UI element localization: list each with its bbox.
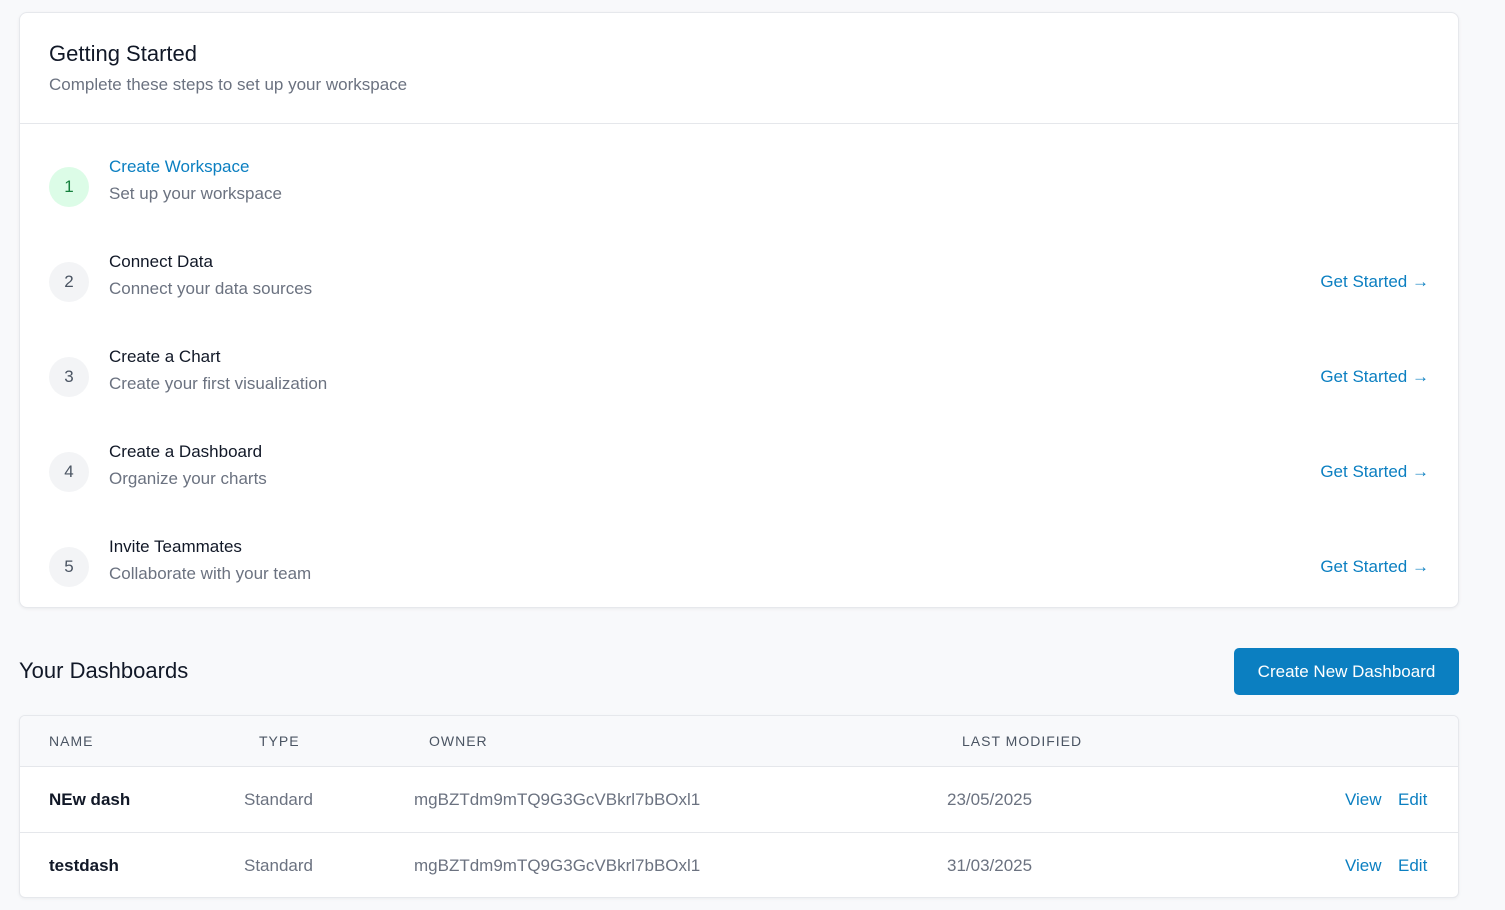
dashboard-owner: mgBZTdm9mTQ9G3GcVBkrl7bBOxl1 xyxy=(414,790,701,809)
step-description: Set up your workspace xyxy=(109,184,282,203)
dashboard-last-modified: 31/03/2025 xyxy=(947,856,1033,875)
step-title: Invite Teammates xyxy=(109,537,242,556)
step-number-badge: 5 xyxy=(49,547,89,587)
column-header-name: NAME xyxy=(49,733,94,749)
getting-started-header: Getting Started Complete these steps to … xyxy=(20,13,1458,124)
step-create-dashboard: 4 Create a Dashboard Organize your chart… xyxy=(20,442,1458,547)
table-row: testdash Standard mgBZTdm9mTQ9G3GcVBkrl7… xyxy=(20,833,1458,897)
get-started-link-connect-data[interactable]: Get Started → xyxy=(1320,262,1429,302)
step-number-badge: 3 xyxy=(49,357,89,397)
getting-started-title: Getting Started xyxy=(49,41,197,66)
dashboard-owner: mgBZTdm9mTQ9G3GcVBkrl7bBOxl1 xyxy=(414,856,701,875)
step-create-chart: 3 Create a Chart Create your first visua… xyxy=(20,347,1458,452)
step-title: Create a Dashboard xyxy=(109,442,263,461)
table-row: NEw dash Standard mgBZTdm9mTQ9G3GcVBkrl7… xyxy=(20,767,1458,833)
table-header: NAME TYPE OWNER LAST MODIFIED xyxy=(20,716,1458,767)
create-new-dashboard-button[interactable]: Create New Dashboard xyxy=(1234,648,1459,695)
step-connect-data: 2 Connect Data Connect your data sources… xyxy=(20,252,1458,357)
step-description: Organize your charts xyxy=(109,469,267,488)
step-title: Create a Chart xyxy=(109,347,221,366)
get-started-link-invite-teammates[interactable]: Get Started → xyxy=(1320,547,1429,587)
dashboards-section-title: Your Dashboards xyxy=(19,658,189,683)
dashboards-table: NAME TYPE OWNER LAST MODIFIED NEw dash S… xyxy=(19,715,1459,898)
step-number-badge: 2 xyxy=(49,262,89,302)
getting-started-card: Getting Started Complete these steps to … xyxy=(19,12,1459,608)
getting-started-subtitle: Complete these steps to set up your work… xyxy=(49,75,408,94)
view-link[interactable]: View xyxy=(1345,833,1382,897)
dashboard-name: NEw dash xyxy=(49,790,131,809)
get-started-link-create-chart[interactable]: Get Started → xyxy=(1320,357,1429,397)
dashboard-name: testdash xyxy=(49,856,119,875)
step-number-badge: 4 xyxy=(49,452,89,492)
edit-link[interactable]: Edit xyxy=(1398,767,1427,833)
view-link[interactable]: View xyxy=(1345,767,1382,833)
step-description: Connect your data sources xyxy=(109,279,313,298)
step-create-workspace: 1 Create Workspace Set up your workspace xyxy=(20,157,1458,262)
column-header-last-modified: LAST MODIFIED xyxy=(962,733,1083,749)
dashboard-last-modified: 23/05/2025 xyxy=(947,790,1033,809)
step-description: Create your first visualization xyxy=(109,374,328,393)
step-invite-teammates: 5 Invite Teammates Collaborate with your… xyxy=(20,537,1458,642)
step-title[interactable]: Create Workspace xyxy=(109,157,249,177)
get-started-link-create-dashboard[interactable]: Get Started → xyxy=(1320,452,1429,492)
column-header-type: TYPE xyxy=(259,733,300,749)
edit-link[interactable]: Edit xyxy=(1398,833,1427,897)
step-description: Collaborate with your team xyxy=(109,564,312,583)
step-number-badge: 1 xyxy=(49,167,89,207)
dashboard-type: Standard xyxy=(244,856,313,875)
dashboard-type: Standard xyxy=(244,790,313,809)
column-header-owner: OWNER xyxy=(429,733,488,749)
step-title: Connect Data xyxy=(109,252,213,271)
